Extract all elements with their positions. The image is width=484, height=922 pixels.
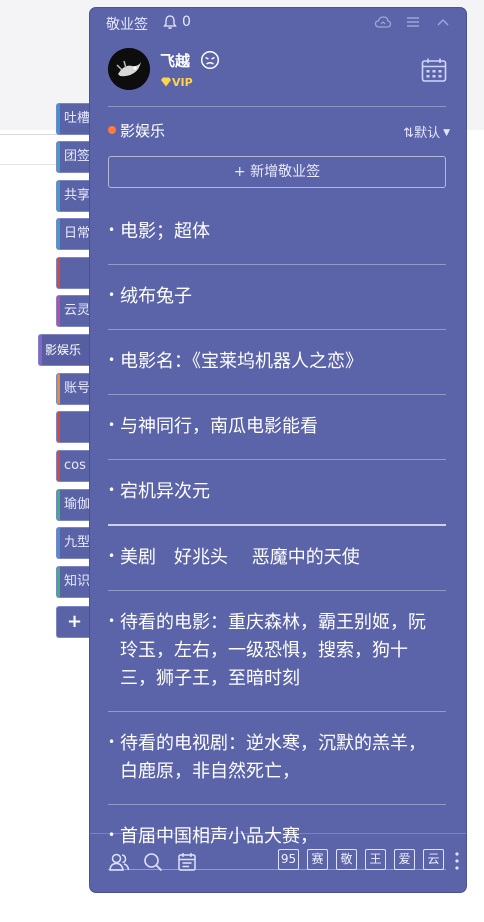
avatar[interactable] bbox=[108, 48, 150, 90]
note-item[interactable]: 电影；超体 bbox=[108, 200, 446, 265]
note-item[interactable]: 待看的电影：重庆森林，霸王别姬，阮玲玉，左右，一级恐惧，搜索，狗十三，狮子王，至… bbox=[108, 591, 446, 712]
app-title: 敬业签 bbox=[106, 17, 148, 33]
side-tab-label: 团签 bbox=[64, 149, 91, 164]
vip-label: VIP bbox=[172, 76, 193, 89]
add-note-button[interactable]: + 新增敬业签 bbox=[108, 156, 446, 188]
note-list: 电影；超体 绒布兔子 电影名：《宝莱坞机器人之恋》 与神同行，南瓜电影能看 宕机… bbox=[108, 200, 446, 870]
side-tab-label: 知识 bbox=[64, 574, 91, 589]
note-item[interactable]: 绒布兔子 bbox=[108, 265, 446, 330]
schedule-icon[interactable] bbox=[176, 851, 198, 873]
side-tab-label: 云灵 bbox=[64, 303, 91, 318]
side-tab-label: 瑜伽 bbox=[64, 497, 91, 512]
side-tab-label: 影娱乐 bbox=[45, 343, 82, 357]
sort-dropdown[interactable]: ⇅默认 ▼ bbox=[403, 122, 450, 141]
add-tab-label: + bbox=[67, 611, 83, 632]
note-item[interactable]: 美剧 好兆头 恶魔中的天使 bbox=[108, 526, 446, 591]
quick-tag-wang[interactable]: 王 bbox=[365, 849, 386, 870]
search-icon[interactable] bbox=[142, 851, 164, 873]
quick-tag-ai[interactable]: 爱 bbox=[394, 849, 415, 870]
bell-icon[interactable] bbox=[162, 14, 178, 30]
caret-down-icon: ▼ bbox=[443, 128, 450, 138]
category-label: 影娱乐 bbox=[120, 122, 166, 140]
quick-tag-sai[interactable]: 赛 bbox=[307, 849, 328, 870]
side-tab-label: 吐槽 bbox=[64, 111, 91, 126]
side-tab-label: 日常 bbox=[64, 226, 91, 241]
side-tab-label: 共享 bbox=[64, 188, 91, 203]
vip-badge: VIP bbox=[160, 76, 193, 89]
note-item[interactable]: 待看的电视剧：逆水寒，沉默的羔羊，白鹿原，非自然死亡， bbox=[108, 712, 446, 805]
contacts-icon[interactable] bbox=[108, 851, 130, 873]
status-emoji-icon[interactable] bbox=[200, 50, 220, 70]
diamond-icon bbox=[161, 77, 171, 87]
sort-icon: ⇅ bbox=[403, 126, 415, 141]
side-tab-label: 九型 bbox=[64, 535, 91, 550]
collapse-icon[interactable] bbox=[434, 14, 452, 30]
note-item[interactable]: 与神同行，南瓜电影能看 bbox=[108, 395, 446, 460]
quick-tag-yun[interactable]: 云 bbox=[423, 849, 444, 870]
toolbar-left bbox=[108, 851, 198, 873]
more-vertical-icon[interactable] bbox=[454, 850, 460, 872]
note-panel: 敬业签 0 飞越 VIP 影娱乐 ⇅默认 ▼ + 新增敬业签 • 电影；超体 •… bbox=[90, 8, 466, 892]
side-tab-label: cos bbox=[64, 458, 86, 473]
note-item[interactable]: 宕机异次元 bbox=[108, 460, 446, 526]
notification-count: 0 bbox=[182, 14, 191, 30]
quick-tag-jing[interactable]: 敬 bbox=[336, 849, 357, 870]
toolbar-right: 95 赛 敬 王 爱 云 bbox=[278, 849, 444, 870]
sort-label: 默认 bbox=[414, 126, 441, 141]
side-tab-label: 账号 bbox=[64, 381, 91, 396]
quick-tag-95[interactable]: 95 bbox=[278, 849, 299, 870]
bottom-toolbar: 95 赛 敬 王 爱 云 bbox=[90, 833, 466, 892]
user-info: 飞越 VIP bbox=[108, 48, 448, 98]
cloud-sync-icon[interactable] bbox=[374, 14, 392, 30]
top-bar: 敬业签 0 bbox=[90, 8, 466, 36]
category-dot bbox=[108, 125, 116, 134]
calendar-icon[interactable] bbox=[420, 56, 448, 84]
window-controls bbox=[374, 14, 452, 30]
user-name[interactable]: 飞越 bbox=[160, 50, 190, 71]
divider bbox=[108, 106, 446, 107]
menu-icon[interactable] bbox=[404, 14, 422, 30]
category-header: 影娱乐 bbox=[108, 120, 165, 141]
note-item[interactable]: 电影名：《宝莱坞机器人之恋》 bbox=[108, 330, 446, 395]
